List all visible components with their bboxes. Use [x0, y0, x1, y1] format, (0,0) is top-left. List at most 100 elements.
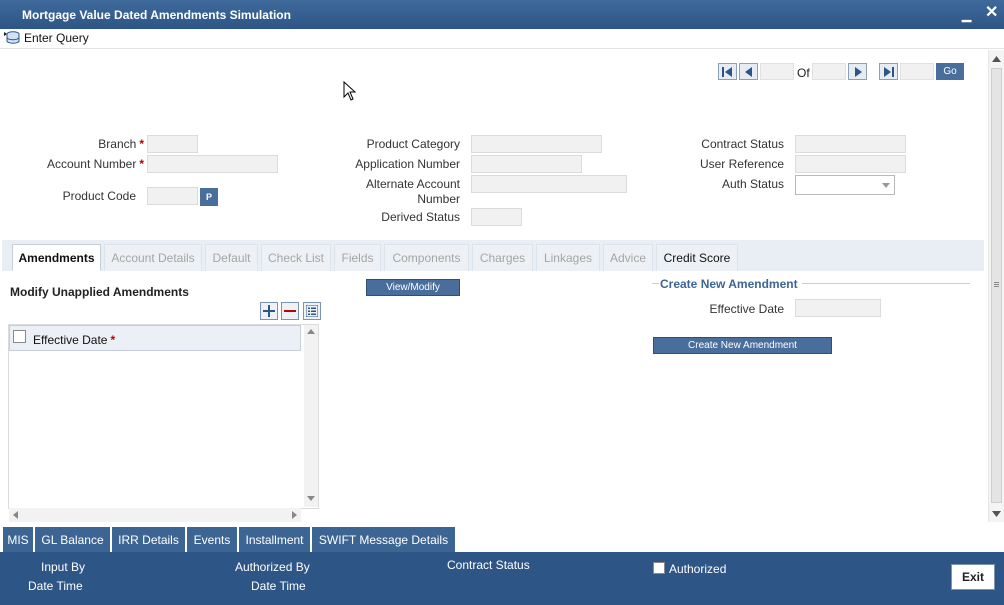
branch-field[interactable] — [147, 135, 198, 153]
tab-credit-score[interactable]: Credit Score — [656, 244, 738, 271]
scroll-down-icon — [992, 511, 1001, 517]
select-all-checkbox[interactable] — [13, 330, 26, 343]
effective-date-label: Effective Date — [709, 302, 784, 316]
section-divider-left — [652, 283, 659, 284]
tab-fields[interactable]: Fields — [334, 244, 381, 271]
go-button[interactable]: Go — [936, 63, 964, 80]
scroll-up-icon — [307, 329, 315, 334]
input-by-label: Input By — [41, 560, 86, 574]
query-icon — [4, 31, 20, 44]
first-icon — [722, 66, 732, 77]
irr-details-button[interactable]: IRR Details — [112, 527, 186, 552]
auth-status-label: Auth Status — [721, 177, 784, 191]
modify-unapplied-title: Modify Unapplied Amendments — [10, 285, 189, 299]
tab-default[interactable]: Default — [205, 244, 258, 271]
product-code-label: Product Code — [62, 189, 136, 203]
grip-line — [994, 286, 999, 287]
grip-line — [994, 284, 999, 285]
branch-label: Branch * — [98, 137, 144, 151]
account-number-field[interactable] — [147, 155, 278, 173]
page-vertical-scrollbar[interactable] — [988, 50, 1004, 522]
close-button[interactable]: ✕ — [985, 4, 998, 22]
account-number-label: Account Number * — [46, 157, 144, 171]
product-code-field[interactable] — [147, 187, 198, 205]
exit-button[interactable]: Exit — [951, 564, 995, 590]
user-reference-field[interactable] — [795, 155, 906, 173]
alternate-account-label: Alternate Account Number — [365, 177, 460, 206]
scroll-thumb[interactable] — [991, 68, 1002, 503]
effective-date-field[interactable] — [795, 299, 881, 317]
tab-linkages[interactable]: Linkages — [536, 244, 600, 271]
mis-button[interactable]: MIS — [3, 527, 34, 552]
mouse-cursor-icon — [343, 81, 357, 101]
create-new-amendment-title: Create New Amendment — [660, 277, 798, 291]
last-record-button[interactable] — [879, 63, 898, 80]
application-number-field[interactable] — [471, 155, 582, 173]
product-category-field[interactable] — [471, 135, 602, 153]
create-new-amendment-button[interactable]: Create New Amendment — [653, 337, 832, 354]
date-time-label: Date Time — [251, 579, 306, 593]
authorized-checkbox[interactable] — [653, 562, 665, 574]
grid-horizontal-scrollbar[interactable] — [9, 508, 301, 522]
contract-status-footer-label: Contract Status — [447, 558, 530, 572]
previous-icon — [744, 66, 752, 77]
tab-amendments[interactable]: Amendments — [12, 244, 101, 271]
next-icon — [854, 66, 862, 77]
toolbar: Enter Query — [0, 29, 1004, 49]
tab-check-list[interactable]: Check List — [261, 244, 331, 271]
current-record-field[interactable] — [760, 63, 794, 80]
authorized-label: Authorized — [669, 562, 727, 576]
previous-record-button[interactable] — [739, 63, 758, 80]
application-number-label: Application Number — [355, 157, 460, 171]
section-divider-right — [802, 283, 970, 284]
minus-icon — [284, 310, 296, 312]
product-code-lov-button[interactable]: P — [200, 188, 218, 206]
derived-status-field[interactable] — [471, 208, 522, 226]
first-record-button[interactable] — [718, 63, 737, 80]
effective-date-column-header: Effective Date * — [33, 333, 116, 347]
tab-components[interactable]: Components — [384, 244, 469, 271]
title-bar: Mortgage Value Dated Amendments Simulati… — [0, 0, 1004, 29]
tab-account-details[interactable]: Account Details — [104, 244, 202, 271]
view-modify-button[interactable]: View/Modify — [366, 279, 460, 296]
chevron-down-icon — [882, 183, 890, 188]
delete-row-button[interactable] — [281, 302, 299, 320]
total-records-field — [812, 63, 846, 80]
scroll-left-icon — [13, 511, 18, 519]
goto-record-field[interactable] — [900, 63, 934, 80]
enter-query-button[interactable]: Enter Query — [4, 31, 89, 45]
grip-line — [994, 282, 999, 283]
date-time-label: Date Time — [28, 579, 83, 593]
minimize-button[interactable]: ▁ — [962, 6, 971, 24]
user-reference-label: User Reference — [699, 157, 784, 171]
footer: Input By Date Time Authorized By Date Ti… — [0, 552, 1004, 605]
events-button[interactable]: Events — [187, 527, 238, 552]
alternate-account-field[interactable] — [471, 175, 627, 193]
installment-button[interactable]: Installment — [239, 527, 311, 552]
window-title: Mortgage Value Dated Amendments Simulati… — [22, 8, 291, 22]
scroll-down-icon — [307, 496, 315, 501]
tab-charges[interactable]: Charges — [472, 244, 533, 271]
list-icon — [306, 305, 318, 317]
swift-message-details-button[interactable]: SWIFT Message Details — [312, 527, 456, 552]
contract-status-label: Contract Status — [701, 137, 784, 151]
of-label: Of — [797, 66, 810, 80]
plus-icon — [263, 305, 275, 317]
authorized-by-label: Authorized By — [235, 560, 310, 574]
amendments-grid — [8, 324, 319, 509]
product-category-label: Product Category — [366, 137, 460, 151]
derived-status-label: Derived Status — [381, 210, 460, 224]
grid-vertical-scrollbar[interactable] — [304, 325, 318, 507]
scroll-up-icon — [992, 56, 1001, 62]
gl-balance-button[interactable]: GL Balance — [35, 527, 111, 552]
auth-status-select[interactable] — [795, 175, 895, 195]
tab-advice[interactable]: Advice — [603, 244, 653, 271]
next-record-button[interactable] — [848, 63, 867, 80]
enter-query-label: Enter Query — [24, 31, 89, 45]
grid-header: Effective Date * — [9, 325, 301, 351]
single-view-button[interactable] — [303, 302, 321, 320]
scroll-right-icon — [292, 511, 297, 519]
last-icon — [884, 66, 894, 77]
add-row-button[interactable] — [260, 302, 278, 320]
contract-status-field[interactable] — [795, 135, 906, 153]
